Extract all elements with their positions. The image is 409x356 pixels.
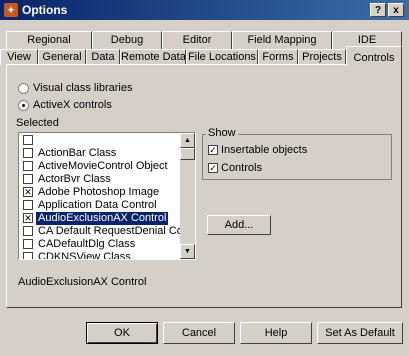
tab-projects[interactable]: Projects: [298, 49, 346, 65]
scroll-up-arrow-icon[interactable]: ▲: [180, 133, 195, 148]
insertable-objects-checkbox[interactable]: ✓: [208, 145, 218, 155]
checkbox[interactable]: [23, 174, 33, 184]
controls-listbox[interactable]: ActionBar Class ActiveMovieControl Objec…: [18, 132, 196, 260]
tab-remote-data[interactable]: Remote Data: [120, 49, 186, 65]
list-item[interactable]: ✕ Adobe Photoshop Image: [21, 186, 179, 199]
tab-file-locations[interactable]: File Locations: [186, 49, 258, 65]
controls-checkbox[interactable]: ✓: [208, 163, 218, 173]
tab-view[interactable]: View: [0, 49, 38, 65]
checkbox[interactable]: [23, 252, 33, 259]
list-item[interactable]: [21, 134, 179, 147]
list-item[interactable]: Application Data Control: [21, 199, 179, 212]
app-icon: ✦: [4, 3, 18, 17]
tab-data[interactable]: Data: [86, 49, 120, 65]
tab-regional[interactable]: Regional: [6, 31, 92, 49]
tab-field-mapping[interactable]: Field Mapping: [232, 31, 332, 49]
checkbox-checked[interactable]: ✕: [23, 187, 33, 197]
list-item[interactable]: ActiveMovieControl Object: [21, 160, 179, 173]
checkbox[interactable]: [23, 148, 33, 158]
show-group-title: Show: [206, 127, 238, 139]
list-item-selected[interactable]: ✕ AudioExclusionAX Control: [21, 212, 179, 225]
selected-label: Selected: [16, 117, 59, 129]
tab-forms[interactable]: Forms: [258, 49, 298, 65]
radio-activex-label[interactable]: ActiveX controls: [33, 99, 112, 111]
ok-button[interactable]: OK: [86, 322, 158, 344]
list-item[interactable]: CADefaultDlg Class: [21, 238, 179, 251]
list-item[interactable]: CA Default RequestDenial Control: [21, 225, 195, 238]
help-button[interactable]: Help: [240, 322, 312, 344]
window-title: Options: [22, 3, 68, 17]
checkbox[interactable]: [23, 200, 33, 210]
tab-controls[interactable]: Controls: [346, 46, 402, 66]
add-button[interactable]: Add...: [207, 215, 271, 235]
insertable-objects-label[interactable]: Insertable objects: [221, 144, 307, 156]
checkbox[interactable]: [23, 135, 33, 145]
list-item[interactable]: ActorBvr Class: [21, 173, 179, 186]
tab-general[interactable]: General: [38, 49, 86, 65]
checkbox[interactable]: [23, 161, 33, 171]
scroll-thumb[interactable]: [180, 148, 195, 160]
checkbox-checked[interactable]: ✕: [23, 213, 33, 223]
list-item[interactable]: ActionBar Class: [21, 147, 179, 160]
radio-visual-class-libraries[interactable]: [18, 83, 29, 94]
cancel-button[interactable]: Cancel: [163, 322, 235, 344]
help-title-button[interactable]: ?: [370, 3, 386, 17]
checkbox[interactable]: [23, 226, 33, 236]
selected-control-name: AudioExclusionAX Control: [18, 276, 147, 288]
radio-visual-label[interactable]: Visual class libraries: [33, 82, 132, 94]
controls-checkbox-label[interactable]: Controls: [221, 162, 262, 174]
checkbox[interactable]: [23, 239, 33, 249]
radio-activex-controls[interactable]: [18, 100, 29, 111]
list-item[interactable]: CDKNSView Class: [21, 251, 179, 259]
tab-debug[interactable]: Debug: [92, 31, 162, 49]
close-button[interactable]: x: [388, 3, 404, 17]
title-bar: ✦ Options ? x: [0, 0, 409, 20]
tab-editor[interactable]: Editor: [162, 31, 232, 49]
scroll-down-arrow-icon[interactable]: ▼: [180, 244, 195, 259]
set-as-default-button[interactable]: Set As Default: [317, 322, 403, 344]
listbox-scrollbar[interactable]: ▲ ▼: [180, 133, 195, 259]
